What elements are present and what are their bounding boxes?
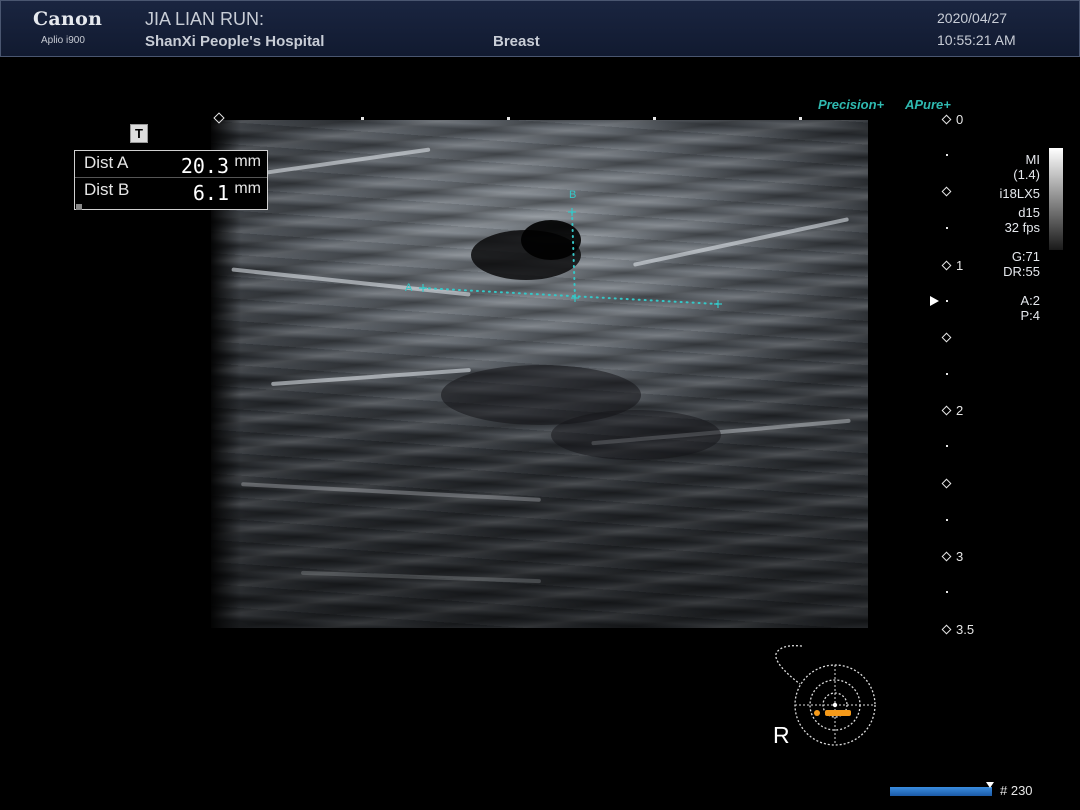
ruler-tick	[653, 117, 656, 120]
depth-label: 0	[956, 112, 964, 127]
ruler-tick	[361, 117, 364, 120]
depth-minor-tick	[946, 227, 948, 229]
measurement-panel: Dist A 20.3 mm Dist B 6.1 mm	[74, 150, 268, 210]
depth-major-marker	[941, 624, 952, 635]
orientation-label: R	[773, 722, 790, 748]
dynamic-range: DR:55	[1003, 264, 1040, 279]
depth-major-marker	[941, 551, 952, 562]
tissue-streak	[271, 368, 471, 386]
focus-marker-icon[interactable]	[930, 296, 939, 306]
depth-label: 1	[956, 258, 964, 273]
arm-outline	[775, 645, 803, 685]
depth-minor-marker	[941, 186, 952, 197]
depth-major-marker	[941, 260, 952, 271]
depth-minor-marker	[941, 478, 952, 489]
brand-logo: Canon	[33, 8, 103, 30]
probe-position-marker	[825, 710, 851, 716]
text-annotation-button[interactable]: T	[130, 124, 148, 143]
measurement-label: Dist A	[84, 153, 129, 172]
depth-label: 3	[956, 549, 964, 564]
depth-fade	[211, 428, 868, 628]
header-bar: Canon Aplio i900 JIA LIAN RUN: ShanXi Pe…	[0, 0, 1080, 57]
depth-minor-tick	[946, 519, 948, 521]
exam-type: Breast	[493, 33, 540, 50]
precision-tag: Precision+	[818, 97, 885, 112]
depth-minor-tick	[946, 445, 948, 447]
lesion-core	[521, 220, 581, 260]
frame-rate: 32 fps	[1004, 220, 1040, 235]
depth-minor-tick	[946, 154, 948, 156]
depth-label: 3.5	[956, 622, 975, 637]
caliper-a-label: A	[405, 282, 413, 294]
measurement-label: Dist B	[84, 180, 130, 199]
ruler-tick	[799, 117, 802, 120]
measurement-value: 6.1	[192, 181, 229, 205]
patient-name: JIA LIAN RUN:	[145, 9, 265, 29]
p-setting: P:4	[1020, 308, 1040, 323]
exam-date: 2020/04/27	[937, 10, 1008, 26]
tissue-streak	[632, 217, 850, 267]
mi-value: (1.4)	[1013, 167, 1040, 182]
measurement-unit: mm	[234, 180, 261, 197]
depth-minor-marker	[941, 332, 952, 343]
ultrasound-image[interactable]	[211, 120, 868, 628]
panel-resize-handle[interactable]	[76, 204, 82, 210]
tissue-streak	[251, 147, 431, 177]
probe-orientation-dot	[814, 710, 820, 716]
depth-label: 2	[956, 403, 964, 418]
depth-major-marker	[941, 405, 952, 416]
depth-minor-tick	[946, 373, 948, 375]
cine-frame-bar[interactable]	[890, 787, 992, 796]
measurement-row: Dist A 20.3 mm	[75, 151, 267, 178]
ruler-tick	[507, 117, 510, 120]
depth-setting: d15	[1018, 205, 1040, 220]
measurement-unit: mm	[234, 153, 261, 170]
depth-major-marker	[941, 114, 952, 125]
device-model: Aplio i900	[41, 35, 85, 46]
depth-minor-tick	[946, 591, 948, 593]
gain-setting: G:71	[1011, 249, 1040, 264]
a-setting: A:2	[1020, 293, 1040, 308]
tissue-streak	[231, 267, 471, 297]
apure-tag: APure+	[905, 97, 951, 112]
depth-minor-tick	[946, 300, 948, 302]
exam-time: 10:55:21 AM	[937, 32, 1016, 48]
frame-number: # 230	[1000, 783, 1033, 798]
cine-frame-marker-icon[interactable]	[986, 782, 994, 788]
measurement-row: Dist B 6.1 mm	[75, 178, 267, 205]
measurement-value: 20.3	[180, 154, 229, 178]
mi-label: MI	[1025, 152, 1040, 167]
nipple-dot	[832, 702, 838, 708]
grayscale-bar	[1049, 148, 1063, 250]
imaging-parameters: MI (1.4) i18LX5 d15 32 fps G:71 DR:55 A:…	[968, 152, 1040, 323]
probe-model: i18LX5	[999, 186, 1040, 201]
hospital-name: ShanXi People's Hospital	[145, 33, 325, 50]
caliper-b-label: B	[569, 189, 577, 201]
